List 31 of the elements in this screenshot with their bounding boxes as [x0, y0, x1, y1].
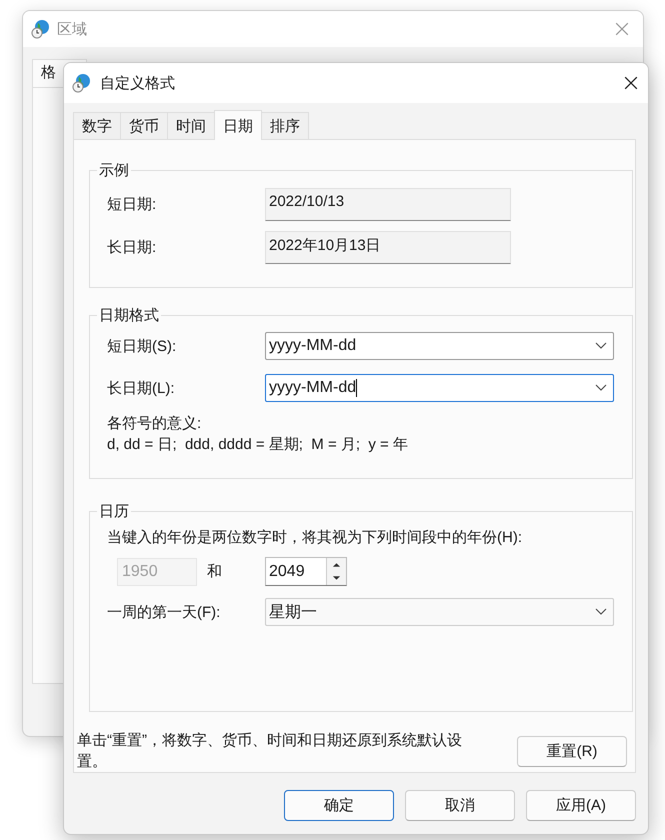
year-spinner[interactable]: 2049 [265, 557, 347, 586]
window-title: 自定义格式 [100, 74, 175, 92]
field-label: 和 [206, 562, 223, 581]
group-title: 示例 [97, 161, 131, 180]
field-label: 短日期(S): [107, 336, 178, 356]
instruction-text: 当键入的年份是两位数字时，将其视为下列时间段中的年份(H): [107, 528, 523, 547]
globe-clock-icon [72, 73, 92, 93]
tab[interactable]: 排序 [261, 112, 309, 139]
reset-note: 单击“重置”，将数字、货币、时间和日期还原到系统默认设置。 [77, 731, 463, 772]
field-label: 长日期(L): [107, 378, 176, 398]
field-label: 短日期: [107, 194, 158, 214]
legend-title: 各符号的意义: [107, 414, 202, 433]
group-title: 日历 [97, 502, 131, 521]
combo-box[interactable]: yyyy-MM-dd [265, 374, 614, 402]
dialog-button[interactable]: 应用(A) [526, 790, 636, 821]
dialog-button[interactable]: 确定 [284, 790, 394, 821]
tab[interactable]: 日期 [214, 110, 262, 140]
close-icon[interactable] [624, 76, 638, 90]
legend-text: d, dd = 日; ddd, dddd = 星期; M = 月; y = 年 [107, 435, 409, 454]
tab[interactable]: 数字 [73, 112, 121, 139]
globe-clock-icon [31, 19, 51, 39]
field-label: 一周的第一天(F): [107, 602, 222, 622]
readonly-field: 2022年10月13日 [265, 230, 511, 264]
window-title: 区域 [57, 20, 87, 38]
group-title: 日期格式 [97, 306, 161, 325]
dialog-button[interactable]: 取消 [405, 790, 515, 821]
readonly-field: 2022/10/13 [265, 188, 511, 220]
field-label: 长日期: [107, 238, 158, 256]
reset-button[interactable]: 重置(R) [517, 736, 627, 766]
combo-box[interactable]: 星期一 [265, 598, 614, 626]
combo-box[interactable]: yyyy-MM-dd [265, 332, 614, 360]
